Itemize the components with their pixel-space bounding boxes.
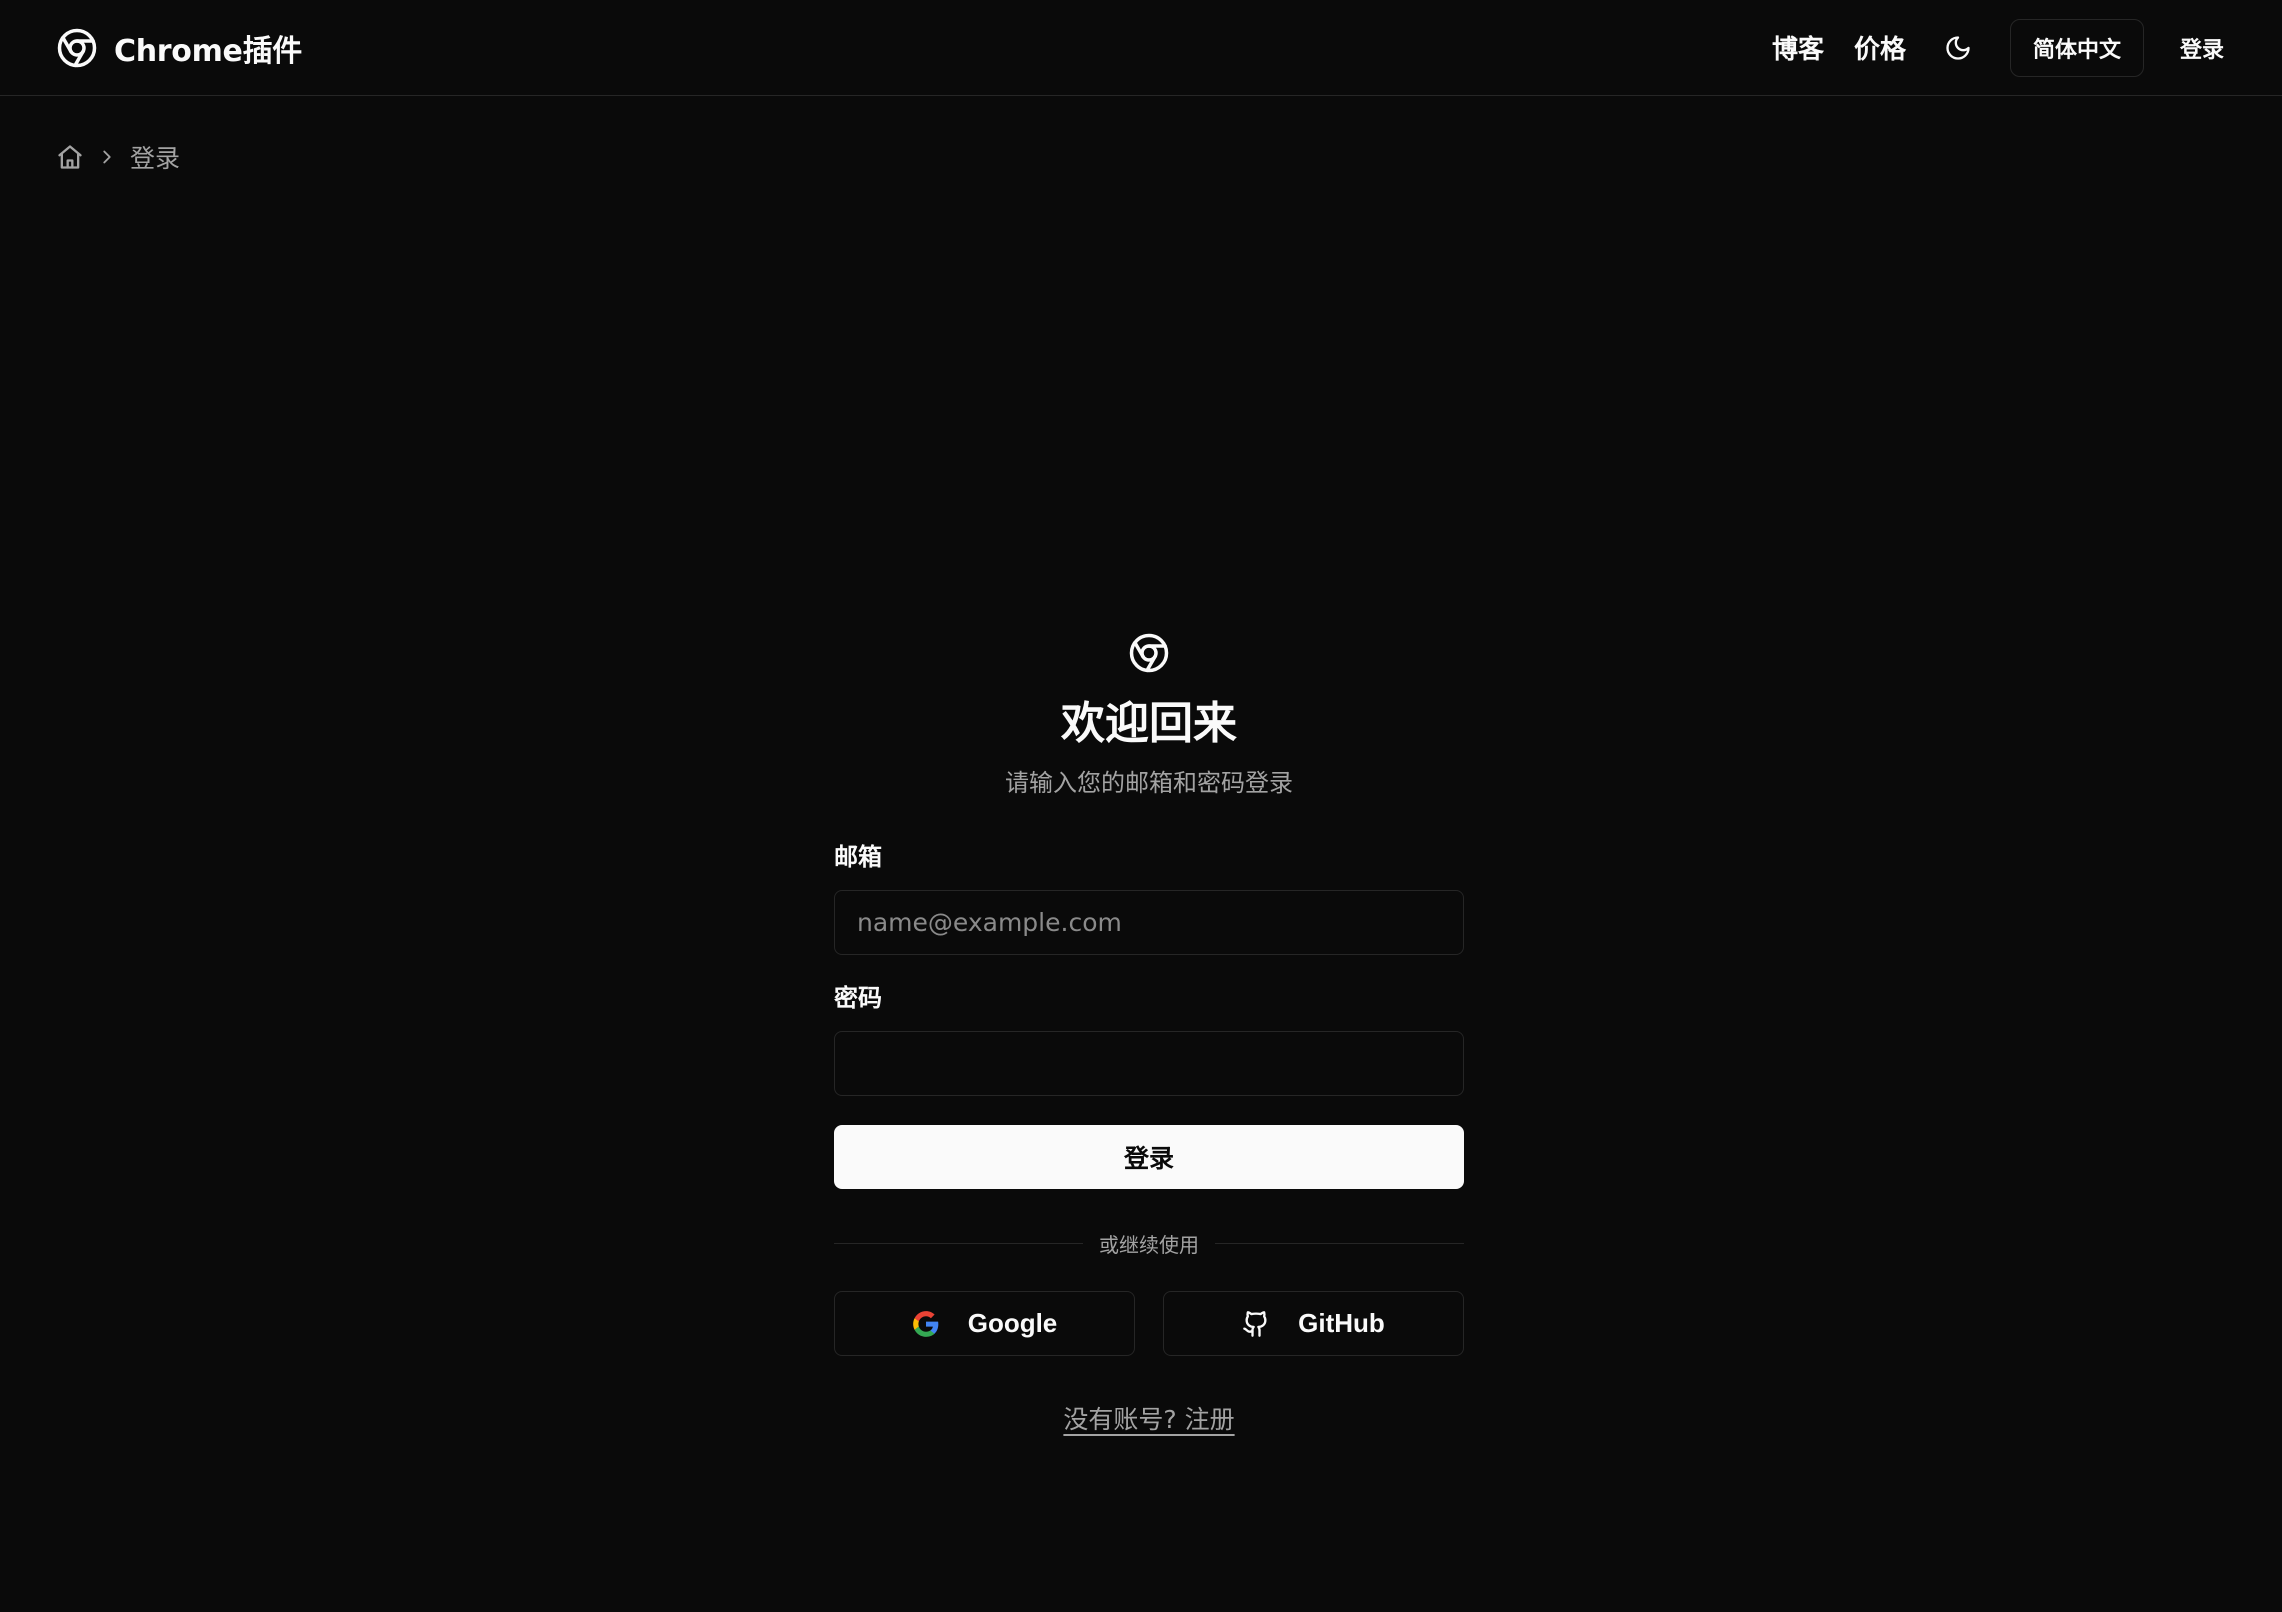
github-login-button[interactable]: GitHub [1163, 1291, 1464, 1356]
password-label: 密码 [834, 984, 882, 1012]
page-title: 欢迎回来 [1061, 698, 1237, 749]
breadcrumb-current: 登录 [130, 144, 181, 173]
google-login-button[interactable]: Google [834, 1291, 1135, 1356]
page-subtitle: 请输入您的邮箱和密码登录 [1005, 769, 1293, 797]
login-form: 欢迎回来 请输入您的邮箱和密码登录 邮箱 密码 登录 或继续使用 Google … [834, 632, 1464, 1436]
oauth-buttons: Google GitHub [834, 1291, 1464, 1356]
chrome-icon [1129, 633, 1169, 673]
chevron-right-icon [103, 150, 111, 164]
github-icon [1243, 1310, 1267, 1337]
divider-text: 或继续使用 [1083, 1228, 1215, 1258]
chrome-icon [57, 28, 97, 67]
google-label: Google [967, 1308, 1058, 1338]
brand[interactable]: Chrome插件 [56, 26, 302, 70]
header-login-link[interactable]: 登录 [2180, 32, 2224, 64]
email-field[interactable] [834, 890, 1464, 955]
moon-icon [1946, 35, 1970, 60]
breadcrumb: 登录 [56, 140, 180, 174]
divider: 或继续使用 [834, 1228, 1464, 1258]
email-label: 邮箱 [834, 843, 882, 871]
login-button[interactable]: 登录 [834, 1125, 1464, 1189]
nav-link-blog[interactable]: 博客 [1772, 29, 1824, 66]
language-select[interactable]: 简体中文 [2009, 18, 2144, 77]
top-header: Chrome插件 博客 价格 简体中文 登录 [0, 0, 2282, 96]
nav-link-pricing[interactable]: 价格 [1854, 29, 1906, 66]
main-nav: 博客 价格 简体中文 登录 [1772, 18, 2226, 77]
password-field[interactable] [834, 1031, 1464, 1096]
signup-link[interactable]: 没有账号? 注册 [1063, 1405, 1234, 1434]
brand-name: Chrome插件 [114, 33, 302, 69]
home-icon[interactable] [56, 143, 84, 171]
google-icon [912, 1310, 939, 1337]
theme-toggle-button[interactable] [1940, 30, 1976, 66]
signup-row: 没有账号? 注册 [834, 1400, 1464, 1436]
github-label: GitHub [1298, 1308, 1385, 1338]
